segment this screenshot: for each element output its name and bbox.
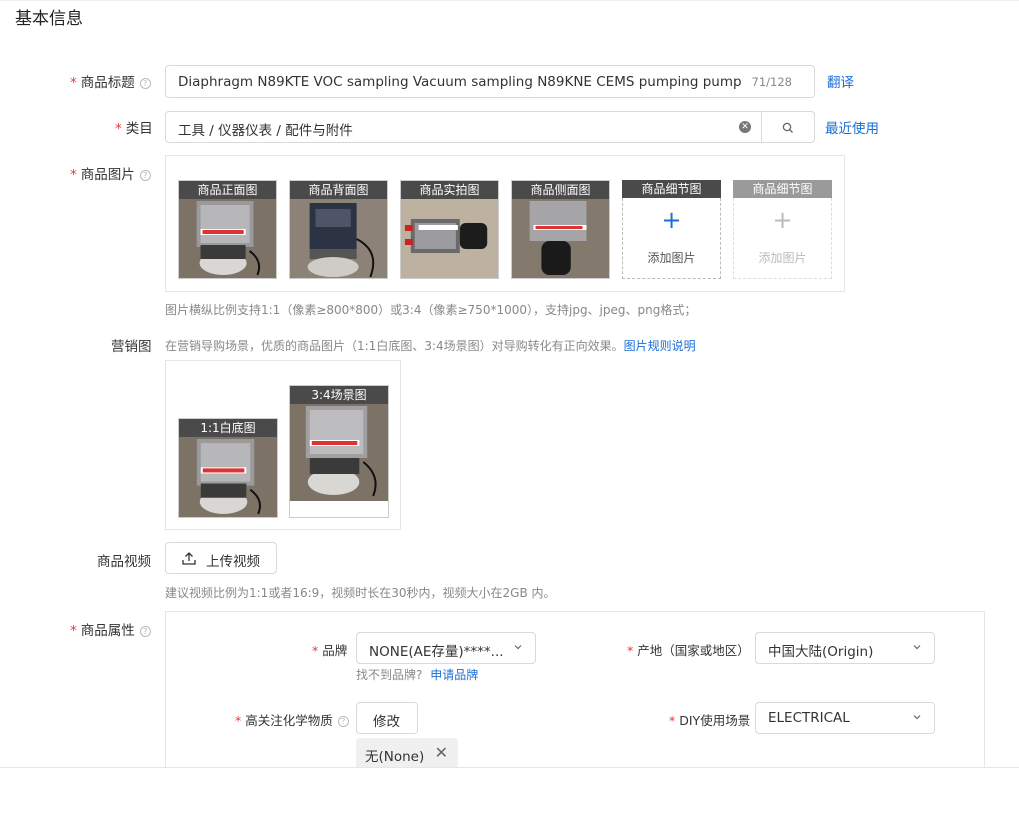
chemical-label-text: 高关注化学物质 [245,713,333,728]
help-icon[interactable]: ? [337,716,349,727]
apply-brand-link[interactable]: 申请品牌 [430,668,478,682]
origin-value: 中国大陆(Origin) [768,644,874,660]
help-icon[interactable]: ? [139,170,151,181]
brand-label-text: 品牌 [322,643,348,658]
brand-label: * 品牌 [312,640,347,659]
required-mark: * [115,121,122,137]
image-caption: 商品细节图 [622,180,721,198]
translate-link[interactable]: 翻译 [827,71,854,91]
section-title: 基本信息 [15,9,83,29]
category-search-button[interactable] [761,111,815,143]
upload-video-label: 上传视频 [206,554,260,570]
title-input[interactable]: Diaphragm N89KTE VOC sampling Vacuum sam… [165,65,815,98]
product-images-panel: 商品正面图 商品背面图 商品实拍图 商品侧面图 商品细节图 + 添加图片 商品细… [165,155,845,292]
help-icon[interactable]: ? [139,78,151,89]
image-caption: 商品细节图 [733,180,832,198]
add-image-label: 添加图片 [647,251,696,265]
diy-scene-label: * DIY使用场景 [669,710,750,729]
product-image-side[interactable]: 商品侧面图 [511,180,610,279]
required-mark: * [235,713,242,728]
top-divider [0,0,1019,1]
required-mark: * [627,643,634,658]
video-label: 商品视频 [97,554,151,570]
recent-used-link[interactable]: 最近使用 [825,117,879,137]
chevron-down-icon [913,645,921,650]
pump-photo [290,199,387,278]
pump-photo [290,404,388,501]
image-rules-link[interactable]: 图片规则说明 [624,339,696,353]
image-caption: 1:1白底图 [179,419,277,437]
marketing-image-scene[interactable]: 3:4场景图 [289,385,389,518]
chemical-tag-value: 无(None) [365,749,425,765]
required-mark: * [70,75,77,91]
clear-icon[interactable]: ✕ [739,121,751,133]
brand-select[interactable]: NONE(AE存量)****... [356,632,536,664]
image-caption: 商品实拍图 [401,181,498,199]
title-input-value: Diaphragm N89KTE VOC sampling Vacuum sam… [178,74,742,90]
category-value: 工具 / 仪器仪表 / 配件与附件 [178,123,353,139]
category-label: * 类目 [115,117,153,137]
plus-icon: + [772,206,793,234]
search-icon [782,122,793,133]
modify-label: 修改 [373,714,400,730]
video-hint: 建议视频比例为1:1或者16:9，视频时长在30秒内，视频大小在2GB 内。 [165,586,556,600]
marketing-image-white-bg[interactable]: 1:1白底图 [178,418,278,518]
modify-chemical-button[interactable]: 修改 [356,702,418,734]
close-icon[interactable]: ✕ [435,743,448,762]
required-mark: * [70,623,77,639]
chevron-down-icon [913,715,921,720]
diy-scene-label-text: DIY使用场景 [679,713,751,728]
image-caption: 商品背面图 [290,181,387,199]
upload-video-button[interactable]: 上传视频 [165,542,277,574]
marketing-images-panel: 1:1白底图 3:4场景图 [165,360,401,530]
diy-scene-select[interactable]: ELECTRICAL [755,702,935,734]
add-image-label: 添加图片 [758,251,807,265]
title-label-text: 商品标题 [80,75,135,91]
product-image-real[interactable]: 商品实拍图 [400,180,499,279]
title-char-counter: 71/128 [751,75,792,89]
category-input[interactable]: 工具 / 仪器仪表 / 配件与附件 ✕ [165,111,762,143]
attributes-label: * 商品属性? [70,619,151,639]
attributes-label-text: 商品属性 [80,623,135,639]
product-image-front[interactable]: 商品正面图 [178,180,277,279]
diy-scene-value: ELECTRICAL [768,710,850,726]
title-label: * 商品标题? [70,71,151,91]
plus-icon: + [661,206,682,234]
required-mark: * [312,643,319,658]
required-mark: * [70,167,77,183]
product-image-back[interactable]: 商品背面图 [289,180,388,279]
images-label-text: 商品图片 [80,167,135,183]
pump-photo [179,199,276,278]
chemical-label: * 高关注化学物质? [235,710,349,729]
image-caption: 商品侧面图 [512,181,609,199]
add-image-box[interactable]: + 添加图片 [622,198,721,279]
pump-photo [179,437,277,517]
pump-photo [401,199,498,278]
chevron-down-icon [514,645,522,650]
upload-icon [182,552,196,565]
image-caption: 商品正面图 [179,181,276,199]
origin-select[interactable]: 中国大陆(Origin) [755,632,935,664]
add-image-box: + 添加图片 [733,198,832,279]
images-label: * 商品图片? [70,163,151,183]
marketing-label: 营销图 [111,339,152,355]
bottom-blank-area [0,768,1019,828]
chemical-tag: 无(None) ✕ [356,738,458,770]
images-hint: 图片横纵比例支持1:1（像素≥800*800）或3:4（像素≥750*1000）… [165,303,697,317]
marketing-hint-text: 在营销导购场景，优质的商品图片（1:1白底图、3:4场景图）对导购转化有正向效果… [165,339,624,353]
pump-photo [512,199,609,278]
help-icon[interactable]: ? [139,626,151,637]
image-caption: 3:4场景图 [290,386,388,404]
add-detail-image-slot[interactable]: 商品细节图 + 添加图片 [622,180,721,279]
category-label-text: 类目 [125,121,153,137]
origin-label-text: 产地（国家或地区） [637,643,750,658]
required-mark: * [669,713,676,728]
add-detail-image-slot-disabled: 商品细节图 + 添加图片 [733,180,832,279]
origin-label: * 产地（国家或地区） [627,640,750,659]
brand-missing-label: 找不到品牌? [356,668,423,682]
brand-missing-text: 找不到品牌? 申请品牌 [356,666,478,683]
marketing-hint: 在营销导购场景，优质的商品图片（1:1白底图、3:4场景图）对导购转化有正向效果… [165,337,696,354]
brand-value: NONE(AE存量)****... [369,644,504,660]
